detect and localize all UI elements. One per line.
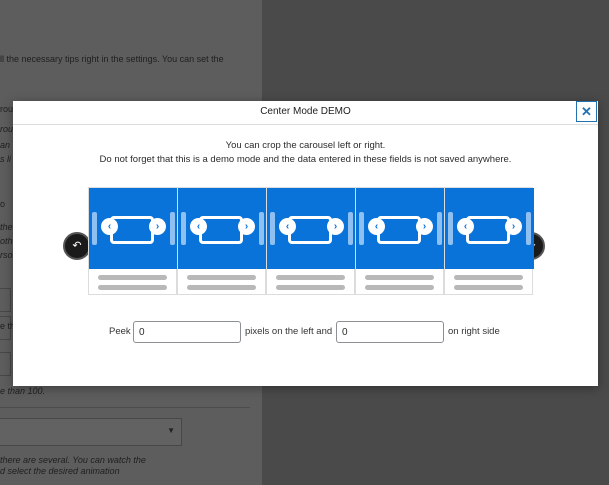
slide-text-placeholder	[365, 275, 434, 280]
slide-text-placeholder	[276, 275, 345, 280]
background-text: oth	[0, 236, 13, 246]
slide-image-right-bar	[348, 212, 353, 245]
slide-text-placeholder	[454, 285, 523, 290]
background-text: o	[0, 199, 6, 209]
peek-left-input[interactable]	[133, 321, 241, 343]
slide-card: ‹ ›	[177, 187, 267, 295]
slide-card: ‹ ›	[88, 187, 178, 295]
modal-description-line1: You can crop the carousel left or right.	[225, 140, 386, 151]
chevron-down-icon: ▼	[167, 426, 175, 435]
chevron-left-icon: ‹	[279, 218, 296, 235]
peek-right-input[interactable]	[336, 321, 444, 343]
image-carousel-icon: ‹ ›	[445, 188, 534, 269]
background-input	[0, 352, 11, 376]
close-icon: ✕	[581, 104, 592, 119]
carousel-slide: ‹ ›	[88, 187, 178, 295]
background-text: rou	[0, 104, 14, 114]
background-text: s li	[0, 154, 11, 164]
carousel: ↶ ↷ ‹›‹›‹›‹›‹›	[58, 187, 550, 297]
slide-card: ‹ ›	[266, 187, 356, 295]
chevron-left-icon: ‹	[457, 218, 474, 235]
background-text: there are several. You can watch the	[0, 455, 146, 465]
slide-image-right-bar	[170, 212, 175, 245]
background-select: ▼	[0, 418, 182, 446]
slide-text-placeholder	[365, 285, 434, 290]
chevron-right-icon: ›	[416, 218, 433, 235]
peek-suffix-label: on right side	[448, 326, 500, 337]
slide-image-left-bar	[181, 212, 186, 245]
chevron-left-icon: ‹	[190, 218, 207, 235]
chevron-right-icon: ›	[149, 218, 166, 235]
slide-text-placeholder	[98, 285, 167, 290]
slide-card: ‹ ›	[444, 187, 534, 295]
slide-card: ‹ ›	[355, 187, 445, 295]
carousel-slide: ‹ ›	[355, 187, 445, 295]
chevron-left-icon: ‹	[368, 218, 385, 235]
image-carousel-icon: ‹ ›	[356, 188, 445, 269]
close-button[interactable]: ✕	[576, 101, 597, 122]
modal-description-line2: Do not forget that this is a demo mode a…	[99, 154, 512, 165]
carousel-slide: ‹ ›	[266, 187, 356, 295]
slide-image-left-bar	[270, 212, 275, 245]
carousel-slide: ‹ ›	[444, 187, 534, 295]
background-text: an	[0, 140, 11, 150]
slide-text-placeholder	[187, 285, 256, 290]
chevron-right-icon: ›	[238, 218, 255, 235]
slide-image-left-bar	[92, 212, 97, 245]
background-text: the	[0, 222, 13, 232]
background-text: ll the necessary tips right in the setti…	[0, 54, 224, 64]
background-text: d select the desired animation	[0, 466, 120, 476]
slide-image-left-bar	[448, 212, 453, 245]
modal-header: Center Mode DEMO ✕	[13, 101, 598, 125]
slide-text-placeholder	[454, 275, 523, 280]
background-input	[0, 288, 11, 312]
background-divider	[0, 407, 250, 408]
peek-middle-label: pixels on the left and	[245, 326, 333, 337]
carousel-prev-button[interactable]: ↶	[63, 232, 91, 260]
image-carousel-icon: ‹ ›	[178, 188, 267, 269]
carousel-slide: ‹ ›	[177, 187, 267, 295]
image-carousel-icon: ‹ ›	[89, 188, 178, 269]
chevron-left-icon: ‹	[101, 218, 118, 235]
peek-label: Peek	[109, 326, 131, 337]
slide-text-placeholder	[98, 275, 167, 280]
slide-text-placeholder	[187, 275, 256, 280]
background-text: rou	[0, 124, 14, 134]
slide-image-right-bar	[259, 212, 264, 245]
center-mode-demo-modal: Center Mode DEMO ✕ You can crop the caro…	[13, 101, 598, 386]
slide-image-right-bar	[437, 212, 442, 245]
chevron-right-icon: ›	[327, 218, 344, 235]
peek-row: Peek pixels on the left and on right sid…	[13, 321, 598, 343]
background-text: e than 100.	[0, 386, 46, 396]
slide-text-placeholder	[276, 285, 345, 290]
slide-image-right-bar	[526, 212, 531, 245]
modal-title: Center Mode DEMO	[260, 106, 351, 117]
undo-arrow-icon: ↶	[72, 240, 82, 252]
slide-image-left-bar	[359, 212, 364, 245]
chevron-right-icon: ›	[505, 218, 522, 235]
image-carousel-icon: ‹ ›	[267, 188, 356, 269]
